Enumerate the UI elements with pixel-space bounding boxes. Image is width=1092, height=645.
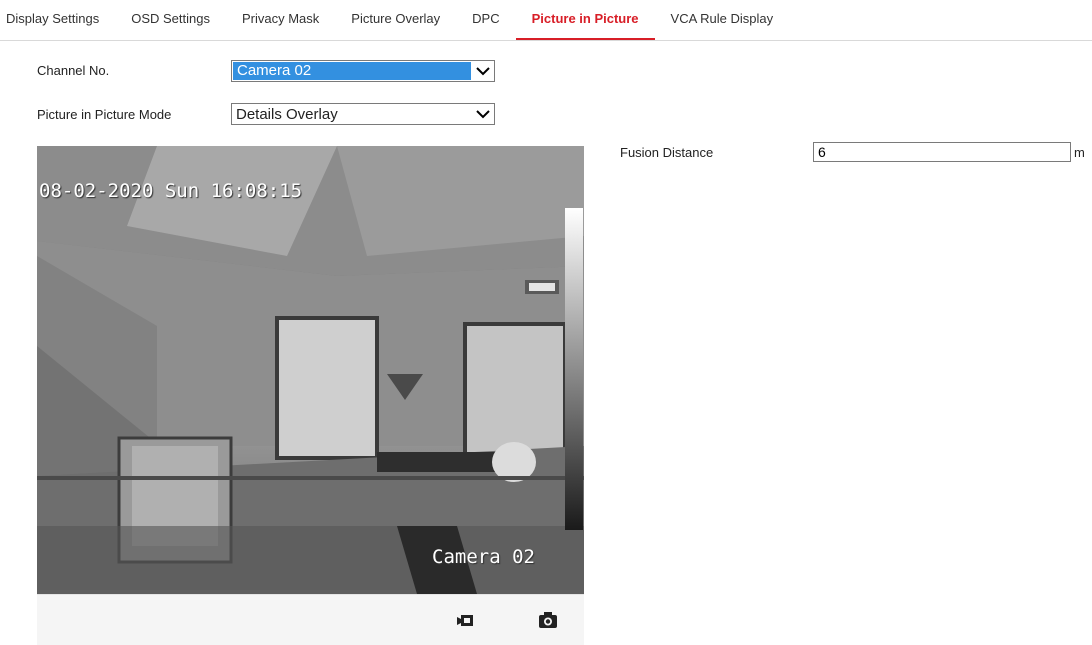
chevron-down-icon [472, 109, 494, 119]
tab-picture-in-picture[interactable]: Picture in Picture [515, 0, 655, 40]
osd-camera-name: Camera 02 [432, 546, 535, 568]
pip-mode-select[interactable]: Details Overlay [231, 103, 495, 125]
record-video-icon[interactable] [455, 609, 477, 631]
fusion-distance-input[interactable] [813, 142, 1071, 162]
tab-picture-overlay[interactable]: Picture Overlay [335, 0, 456, 40]
video-toolbar [37, 594, 584, 645]
settings-tab-bar: Display Settings OSD Settings Privacy Ma… [0, 0, 1092, 41]
live-video-preview[interactable]: 08-02-2020 Sun 16:08:15 Camera 02 [37, 146, 584, 594]
channel-select-value: Camera 02 [233, 62, 471, 80]
tab-dpc[interactable]: DPC [456, 0, 515, 40]
tab-vca-rule-display[interactable]: VCA Rule Display [655, 0, 790, 40]
osd-timestamp: 08-02-2020 Sun 16:08:15 [39, 180, 303, 202]
thermal-scene-image [37, 146, 584, 594]
camera-snapshot-icon[interactable] [537, 609, 559, 631]
tab-privacy-mask[interactable]: Privacy Mask [226, 0, 335, 40]
channel-label: Channel No. [37, 63, 110, 78]
fusion-distance-label: Fusion Distance [620, 145, 714, 160]
pip-mode-select-value: Details Overlay [236, 105, 338, 123]
tab-osd-settings[interactable]: OSD Settings [115, 0, 226, 40]
fusion-distance-unit: m [1074, 145, 1085, 160]
chevron-down-icon [472, 66, 494, 76]
tab-display-settings[interactable]: Display Settings [0, 0, 115, 40]
channel-select[interactable]: Camera 02 [231, 60, 495, 82]
pip-mode-label: Picture in Picture Mode [37, 107, 172, 122]
